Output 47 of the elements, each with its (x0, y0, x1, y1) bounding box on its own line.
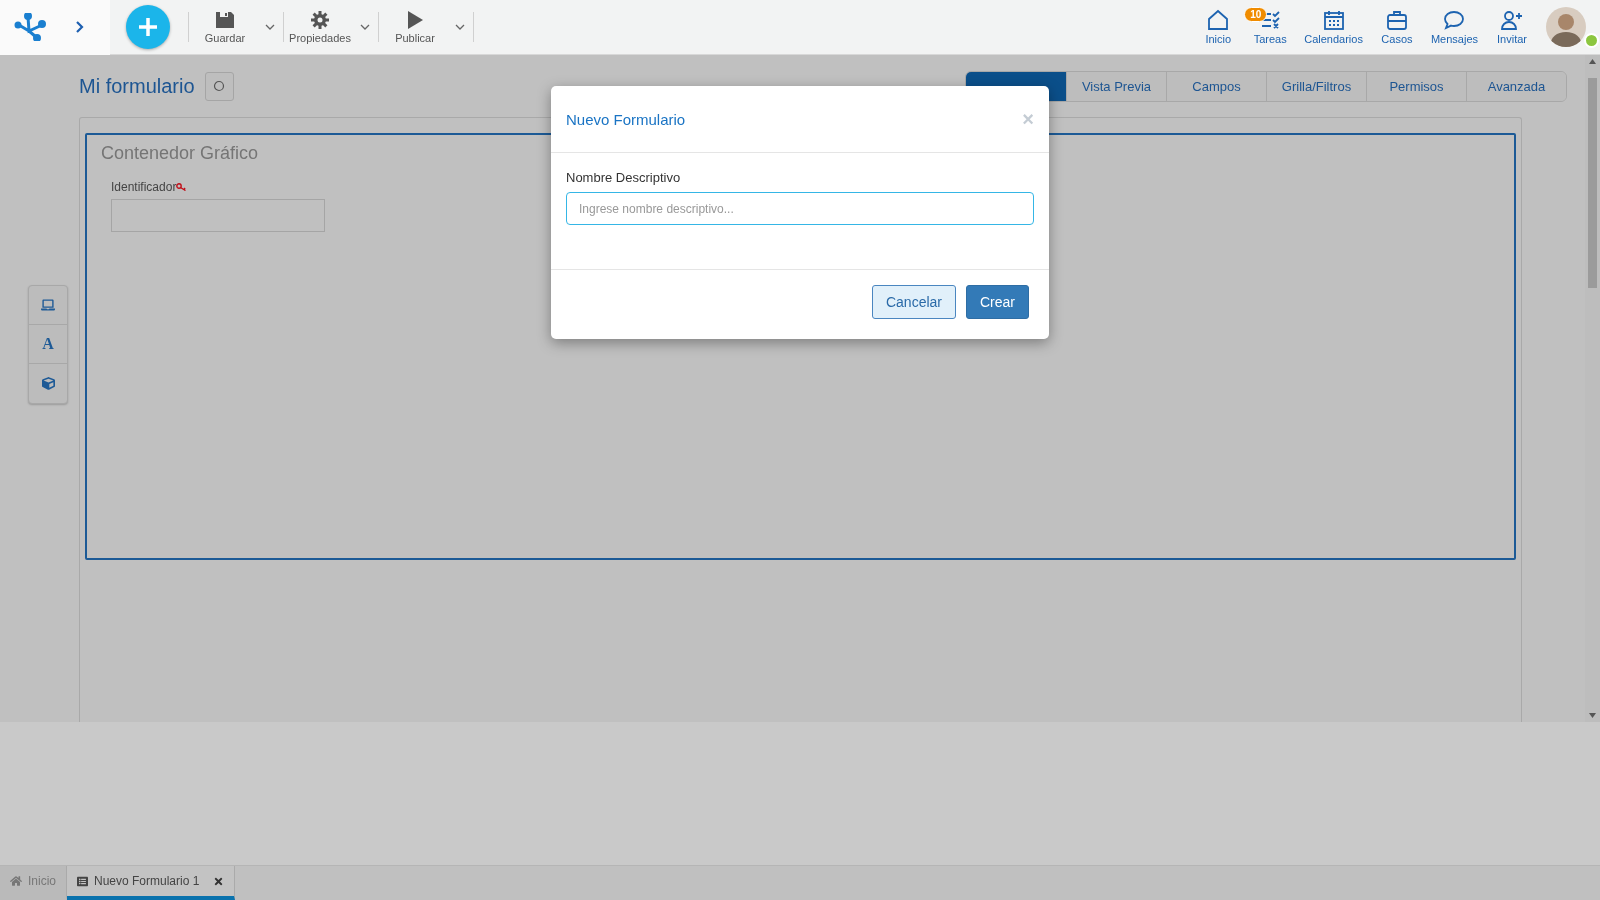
tab[interactable]: Avanzada (1466, 71, 1566, 101)
name-field[interactable]: Ingrese nombre descriptivo... (566, 192, 1034, 225)
caret-icon[interactable] (455, 24, 465, 30)
scroll-thumb[interactable] (1588, 78, 1597, 288)
cube-icon (41, 377, 55, 390)
circle-icon (213, 80, 226, 92)
caret-icon[interactable] (360, 24, 370, 30)
avatar[interactable] (1546, 7, 1586, 47)
nav-button[interactable]: Calendarios (1298, 9, 1369, 45)
count-badge: 10 (1244, 7, 1268, 22)
logo-icon (14, 13, 46, 41)
nav-button[interactable]: Mensajes (1424, 9, 1484, 45)
identifier-field[interactable] (111, 199, 325, 232)
home-icon (1206, 9, 1231, 31)
home-icon (10, 875, 22, 887)
cancel-button[interactable]: Cancelar (871, 285, 956, 319)
scroll-down-icon[interactable] (1589, 713, 1596, 718)
document-tab[interactable]: Nuevo Formulario 1 (67, 866, 236, 900)
form-icon (77, 875, 88, 887)
field-label: Nombre Descriptivo (566, 170, 682, 185)
chat-icon (1442, 9, 1467, 31)
caret-icon[interactable] (265, 24, 275, 30)
container-title: Contenedor Gráfico (101, 143, 260, 164)
calendar-icon (1321, 9, 1346, 31)
dialog-title: Nuevo Formulario (566, 110, 686, 128)
nav-button[interactable]: Inicio (1194, 9, 1243, 45)
plus-icon (138, 17, 158, 37)
add-button[interactable] (126, 5, 170, 49)
field-label: Identificador (111, 180, 177, 194)
nav-button[interactable]: Casos (1372, 9, 1421, 45)
create-button[interactable]: Crear (966, 285, 1029, 319)
toolbar-button[interactable]: Guardar (189, 10, 261, 44)
nav-button[interactable]: Invitar (1488, 9, 1536, 45)
toolbar-button[interactable]: Propiedades (284, 10, 356, 44)
play-icon (407, 10, 423, 29)
settings-icon (311, 10, 329, 29)
status-button[interactable] (204, 71, 234, 101)
key-icon (176, 183, 188, 191)
scroll-up-icon[interactable] (1589, 59, 1596, 64)
close-icon[interactable] (213, 875, 225, 887)
briefcase-icon (1384, 9, 1409, 31)
chevron-right-icon[interactable] (76, 21, 84, 33)
page-title: Mi formulario (79, 74, 195, 98)
toolbar-button[interactable]: Publicar (379, 10, 451, 44)
nav-button[interactable]: 10 Tareas (1246, 9, 1295, 45)
add-user-icon (1500, 9, 1524, 31)
laptop-icon (41, 298, 55, 312)
